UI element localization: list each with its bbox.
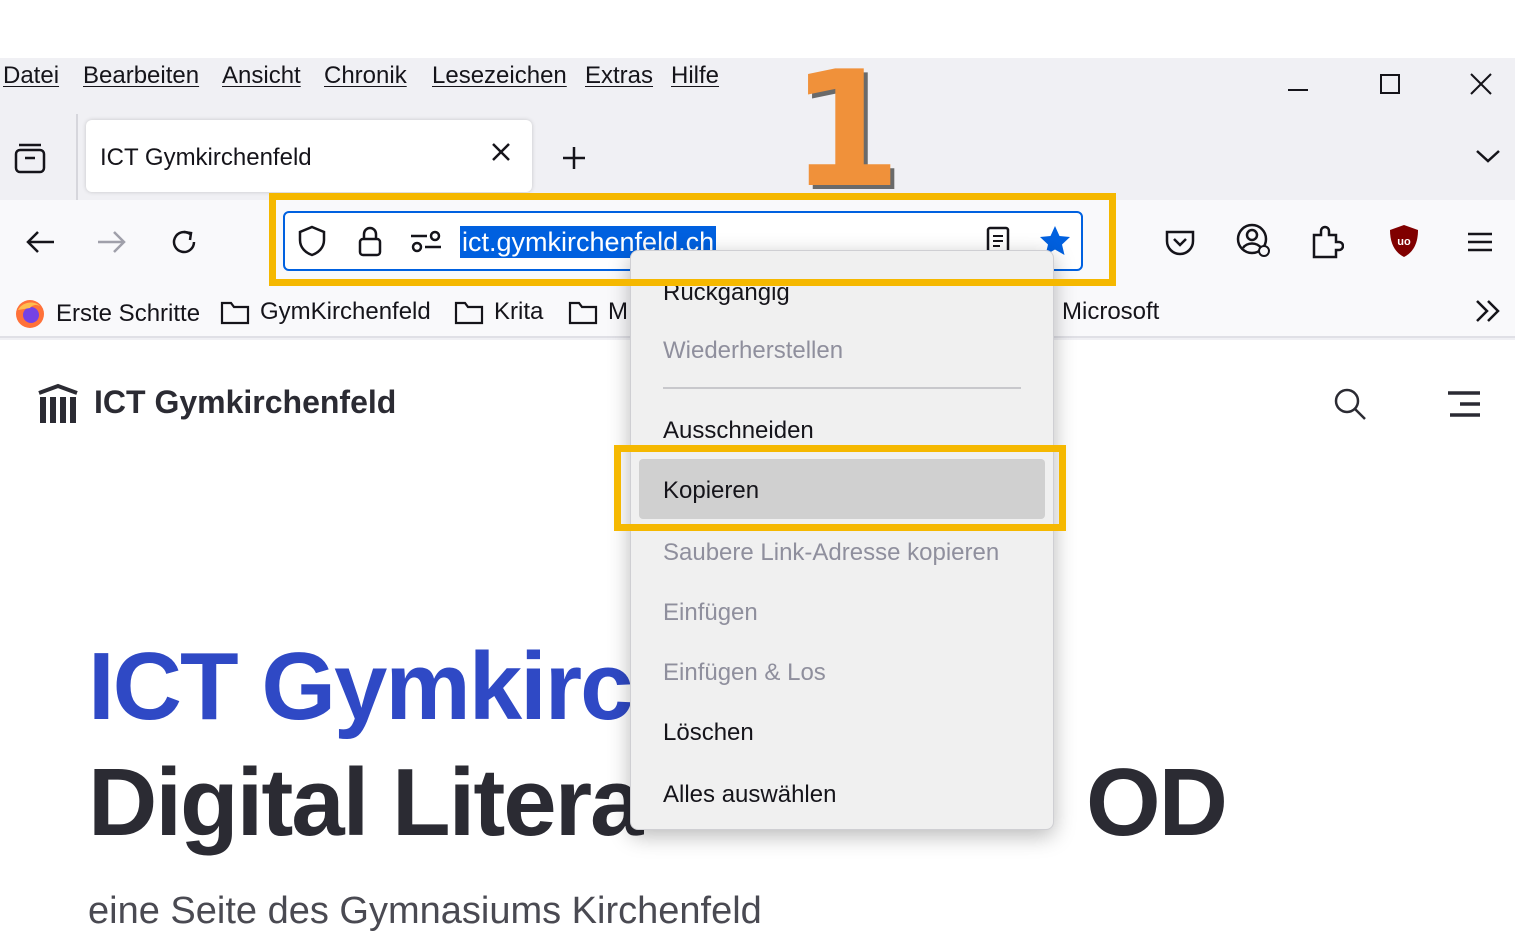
bookmark-label: GymKirchenfeld bbox=[260, 298, 431, 325]
account-button[interactable] bbox=[1232, 220, 1276, 262]
bookmark-label: Microsoft bbox=[1062, 298, 1160, 325]
urlbar-highlight-frame bbox=[269, 193, 1116, 286]
bookmark-microsoft[interactable]: Microsoft bbox=[1062, 298, 1159, 326]
tab-groups-button[interactable] bbox=[10, 138, 50, 178]
menu-ansicht[interactable]: Ansicht bbox=[222, 62, 301, 90]
bookmarks-overflow-button[interactable] bbox=[1468, 294, 1508, 328]
ublock-origin-button[interactable]: uo bbox=[1384, 220, 1424, 262]
hamburger-icon bbox=[1468, 232, 1492, 252]
arrow-left-icon bbox=[26, 231, 54, 253]
hero-subtitle: eine Seite des Gymnasiums Kirchenfeld bbox=[88, 890, 762, 932]
folder-icon bbox=[454, 301, 484, 325]
close-window-button[interactable] bbox=[1461, 64, 1501, 104]
svg-text:uo: uo bbox=[1397, 236, 1411, 248]
ublock-shield-icon: uo bbox=[1390, 225, 1418, 257]
list-all-tabs-button[interactable] bbox=[1468, 138, 1508, 174]
collections-icon bbox=[14, 143, 46, 174]
maximize-icon bbox=[1380, 74, 1400, 94]
bookmark-label: M bbox=[608, 298, 628, 325]
ctx-paste-and-go[interactable]: Einfügen & Los bbox=[663, 659, 826, 687]
tab-close-button[interactable] bbox=[490, 140, 512, 168]
pocket-button[interactable] bbox=[1160, 222, 1200, 262]
maximize-button[interactable] bbox=[1370, 64, 1410, 104]
forward-button[interactable] bbox=[92, 222, 132, 262]
ctx-cut[interactable]: Ausschneiden bbox=[663, 417, 814, 445]
minimize-button[interactable] bbox=[1278, 64, 1318, 104]
menu-chronik[interactable]: Chronik bbox=[324, 62, 407, 90]
menu-bearbeiten[interactable]: Bearbeiten bbox=[83, 62, 199, 90]
hero-title-line2-tail: OD bbox=[1086, 749, 1228, 856]
site-menu-button[interactable] bbox=[1444, 386, 1484, 422]
reload-button[interactable] bbox=[164, 222, 204, 262]
ctx-copy-clean-link[interactable]: Saubere Link-Adresse kopieren bbox=[663, 539, 999, 567]
context-menu: Rückgängig Wiederherstellen Ausschneiden… bbox=[630, 250, 1054, 830]
bookmark-label: Erste Schritte bbox=[56, 300, 201, 327]
app-menu-button[interactable] bbox=[1460, 222, 1500, 262]
minimize-icon bbox=[1288, 89, 1308, 91]
arrow-right-icon bbox=[98, 231, 126, 253]
menu-hilfe[interactable]: Hilfe bbox=[671, 62, 719, 90]
search-icon bbox=[1334, 388, 1366, 420]
account-icon bbox=[1236, 223, 1270, 257]
close-icon bbox=[492, 143, 510, 161]
bookmark-label: Krita bbox=[494, 298, 544, 325]
extensions-button[interactable] bbox=[1306, 220, 1348, 262]
menu-icon bbox=[1448, 391, 1480, 417]
firefox-icon bbox=[16, 300, 44, 328]
menu-extras[interactable]: Extras bbox=[585, 62, 653, 90]
folder-icon bbox=[568, 301, 598, 325]
pocket-icon bbox=[1165, 230, 1195, 256]
bookmark-erste-schritte[interactable]: Erste Schritte bbox=[14, 298, 200, 330]
copy-highlight-frame bbox=[614, 445, 1066, 531]
menu-datei[interactable]: Datei bbox=[3, 62, 59, 90]
site-title[interactable]: ICT Gymkirchenfeld bbox=[94, 384, 396, 421]
new-tab-button[interactable] bbox=[556, 140, 592, 176]
tab-title: ICT Gymkirchenfeld bbox=[100, 144, 312, 171]
site-logo[interactable] bbox=[36, 382, 80, 426]
step-number: 1 bbox=[790, 36, 902, 223]
tab-ict-gymkirchenfeld[interactable]: ICT Gymkirchenfeld bbox=[86, 120, 532, 192]
site-search-button[interactable] bbox=[1330, 384, 1370, 424]
bookmark-folder-m[interactable]: M bbox=[568, 298, 628, 326]
close-icon bbox=[1470, 73, 1492, 95]
hero-title-line1: ICT Gymkirc bbox=[88, 633, 634, 740]
menu-separator bbox=[663, 387, 1021, 389]
bookmark-folder-krita[interactable]: Krita bbox=[454, 298, 543, 326]
tab-divider bbox=[76, 114, 78, 200]
folder-icon bbox=[220, 301, 250, 325]
back-button[interactable] bbox=[20, 222, 60, 262]
ctx-redo[interactable]: Wiederherstellen bbox=[663, 337, 843, 365]
building-logo-icon bbox=[38, 383, 78, 423]
hero-title-line2: Digital Litera bbox=[88, 749, 643, 856]
plus-icon bbox=[563, 147, 585, 169]
ctx-paste[interactable]: Einfügen bbox=[663, 599, 758, 627]
chevron-double-right-icon bbox=[1476, 300, 1500, 322]
ctx-select-all[interactable]: Alles auswählen bbox=[663, 781, 836, 809]
screenshot-root: Datei Bearbeiten Ansicht Chronik Lesezei… bbox=[0, 0, 1515, 934]
chevron-down-icon bbox=[1476, 150, 1500, 163]
puzzle-icon bbox=[1312, 225, 1344, 259]
menu-lesezeichen[interactable]: Lesezeichen bbox=[432, 62, 567, 90]
ctx-delete[interactable]: Löschen bbox=[663, 719, 754, 747]
reload-icon bbox=[172, 230, 196, 254]
bookmark-folder-gymkirchenfeld[interactable]: GymKirchenfeld bbox=[220, 298, 431, 326]
